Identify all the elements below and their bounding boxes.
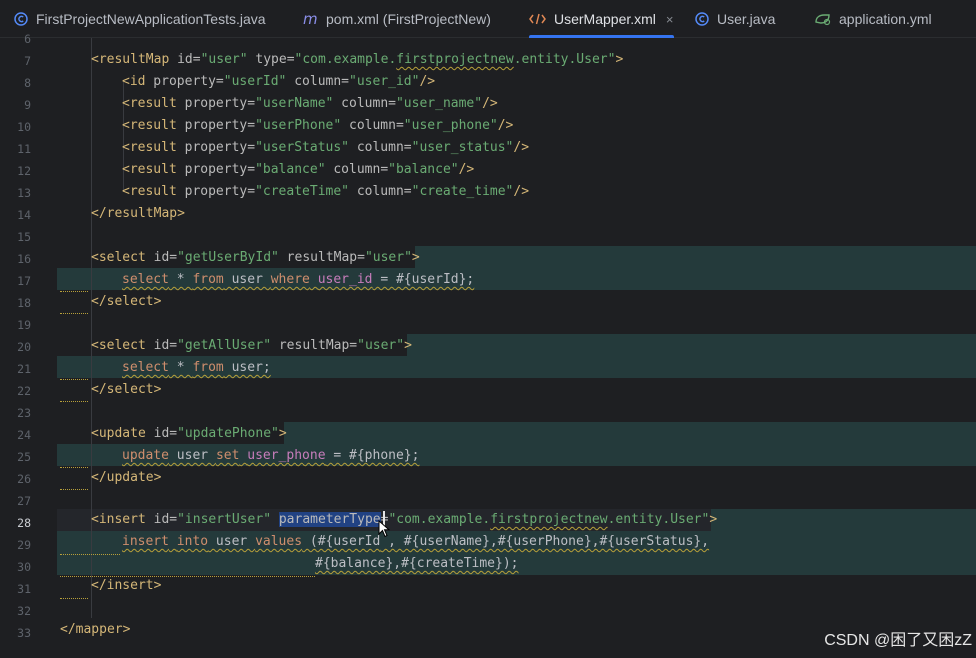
injected-sql-bg — [407, 334, 976, 356]
line-number: 10 — [17, 120, 31, 134]
warning-squiggle — [60, 287, 88, 292]
line-number: 24 — [17, 428, 31, 442]
line-number: 27 — [17, 494, 31, 508]
warning-squiggle — [60, 309, 88, 314]
close-icon[interactable]: × — [666, 12, 674, 27]
xml-file-icon — [529, 11, 547, 27]
line-number: 20 — [17, 340, 31, 354]
tab-label: FirstProjectNewApplicationTests.java — [36, 11, 266, 27]
selected-text: parameterType — [278, 512, 381, 527]
maven-icon: m — [303, 11, 319, 27]
line-number: 13 — [17, 186, 31, 200]
warning-squiggle — [60, 463, 88, 468]
line-number: 33 — [17, 626, 31, 640]
line-number: 8 — [24, 76, 31, 90]
line-number: 19 — [17, 318, 31, 332]
injected-sql-bg — [284, 422, 976, 444]
code-line-10: <result property="userPhone" column="use… — [122, 118, 514, 133]
code-line-18: </select> — [91, 294, 162, 309]
code-line-21: select * from user; — [122, 360, 271, 375]
code-line-20: <select id="getAllUser" resultMap="user"… — [91, 338, 412, 353]
tab-label: pom.xml (FirstProjectNew) — [326, 11, 491, 27]
line-number: 17 — [17, 274, 31, 288]
tab-firstprojectnewapplicationtests[interactable]: FirstProjectNewApplicationTests.java — [13, 0, 266, 38]
code-line-8: <id property="userId" column="user_id"/> — [122, 74, 436, 89]
watermark-text: CSDN @困了又困zZ — [824, 632, 972, 649]
line-number: 16 — [17, 252, 31, 266]
line-number: 12 — [17, 164, 31, 178]
tab-label: UserMapper.xml — [554, 11, 656, 27]
line-number: 14 — [17, 208, 31, 222]
code-line-31: </insert> — [91, 578, 162, 593]
code-line-14: </resultMap> — [91, 206, 185, 221]
java-class-icon — [13, 11, 29, 27]
code-line-30: #{balance},#{createTime}); — [315, 556, 519, 571]
line-number: 25 — [17, 450, 31, 464]
svg-text:m: m — [303, 12, 318, 26]
code-line-13: <result property="createTime" column="cr… — [122, 184, 530, 199]
code-line-29: insert into user values (#{userId , #{us… — [122, 534, 710, 549]
line-number: 26 — [17, 472, 31, 486]
injected-sql-bg — [711, 509, 976, 531]
warning-squiggle — [60, 550, 120, 555]
code-line-24: <update id="updatePhone"> — [91, 426, 287, 441]
code-line-22: </select> — [91, 382, 162, 397]
code-line-25: update user set user_phone = #{phone}; — [122, 448, 420, 463]
code-line-9: <result property="userName" column="user… — [122, 96, 498, 111]
tab-user-java[interactable]: User.java — [694, 0, 775, 38]
tab-label: application.yml — [839, 11, 932, 27]
warning-squiggle — [60, 397, 88, 402]
line-number-current: 28 — [17, 516, 31, 530]
code-editor[interactable]: <resultMap id="user" type="com.example.f… — [57, 38, 976, 658]
warning-squiggle — [60, 375, 88, 380]
injected-sql-bg — [415, 246, 976, 268]
line-number: 18 — [17, 296, 31, 310]
code-line-26: </update> — [91, 470, 162, 485]
line-number: 29 — [17, 538, 31, 552]
code-line-11: <result property="userStatus" column="us… — [122, 140, 530, 155]
line-number: 7 — [24, 54, 31, 68]
mouse-pointer-icon — [378, 519, 391, 542]
java-class-icon — [694, 11, 710, 27]
line-number-gutter: 6 7 8 9 10 11 12 13 14 15 16 17 18 19 20… — [0, 32, 57, 658]
line-number: 22 — [17, 384, 31, 398]
line-number: 11 — [17, 142, 31, 156]
code-line-16: <select id="getUserById" resultMap="user… — [91, 250, 420, 265]
line-number: 21 — [17, 362, 31, 376]
warning-squiggle — [60, 594, 88, 599]
spring-config-icon — [814, 11, 832, 27]
line-number: 9 — [24, 98, 31, 112]
code-line-12: <result property="balance" column="balan… — [122, 162, 475, 177]
line-number: 23 — [17, 406, 31, 420]
warning-squiggle — [60, 485, 88, 490]
tab-usermapper-xml[interactable]: UserMapper.xml × — [529, 0, 674, 38]
line-number: 31 — [17, 582, 31, 596]
indent-guide — [91, 38, 92, 618]
code-line-33: </mapper> — [60, 622, 131, 637]
tab-label: User.java — [717, 11, 776, 27]
line-number: 15 — [17, 230, 31, 244]
line-number: 32 — [17, 604, 31, 618]
tab-pom-xml[interactable]: m pom.xml (FirstProjectNew) — [303, 0, 491, 38]
code-line-17: select * from user where user_id = #{use… — [122, 272, 475, 287]
code-line-7: <resultMap id="user" type="com.example.f… — [91, 52, 624, 67]
tab-application-yml[interactable]: application.yml — [814, 0, 932, 38]
line-number: 6 — [24, 32, 31, 46]
line-number: 30 — [17, 560, 31, 574]
code-line-28: <insert id="insertUser" parameterType="c… — [91, 512, 718, 527]
editor-tab-bar: FirstProjectNewApplicationTests.java m p… — [0, 0, 976, 38]
